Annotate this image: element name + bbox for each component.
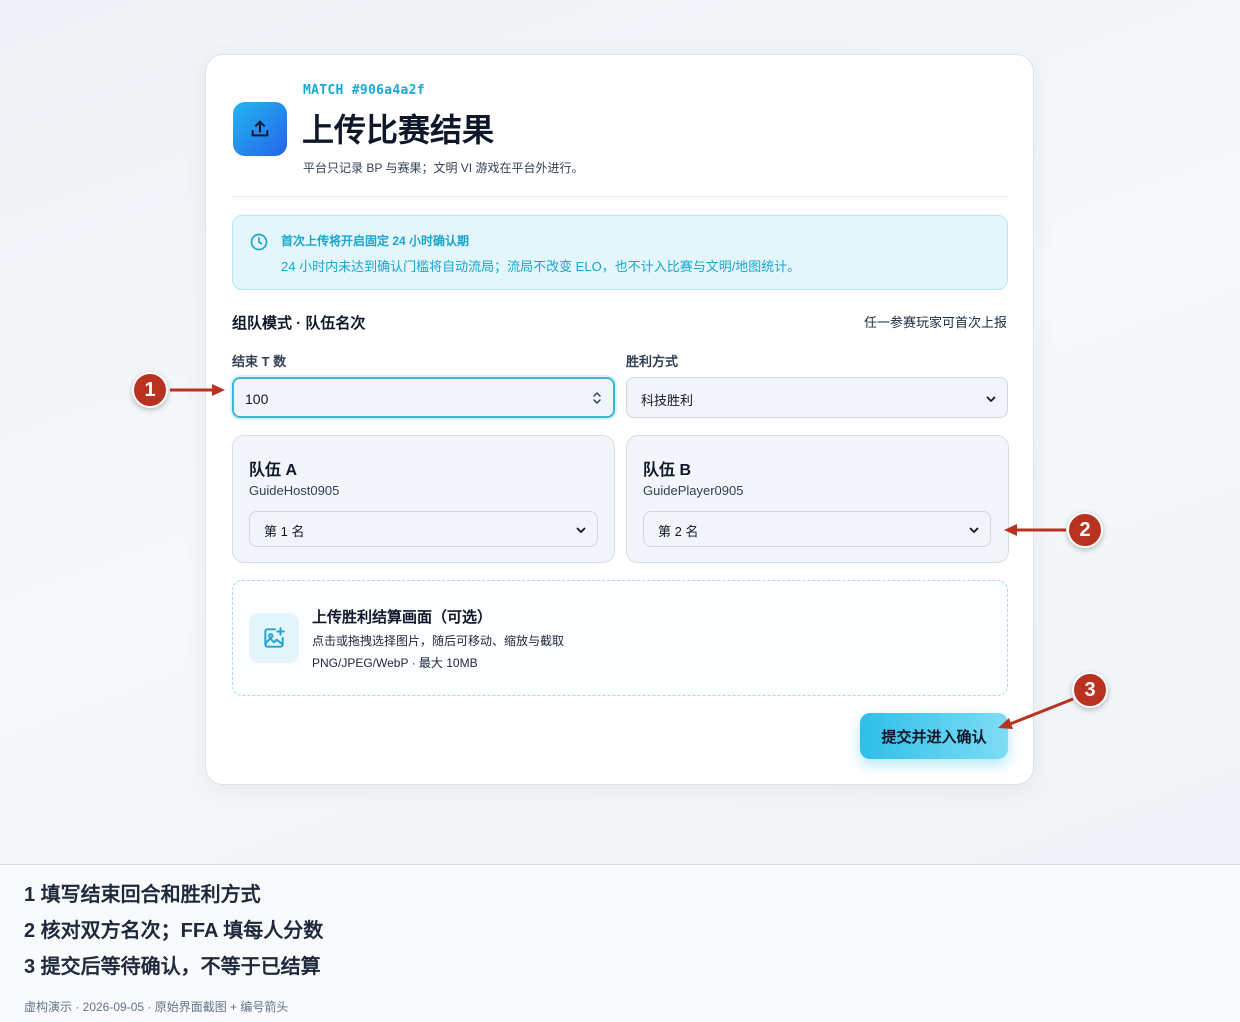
instructions-panel: 1 填写结束回合和胜利方式 2 核对双方名次；FFA 填每人分数 3 提交后等待…	[0, 864, 1240, 1022]
footer-caption: 虚构演示 · 2026-09-05 · 原始界面截图 + 编号箭头	[24, 1000, 289, 1014]
step-3-text: 3 提交后等待确认，不等于已结算	[24, 956, 321, 978]
step-badge-1: 1	[132, 372, 168, 408]
arrow-1	[170, 384, 225, 396]
arrow-2	[1004, 524, 1066, 536]
screenshot-area: MATCH #906a4a2f 上传比赛结果 平台只记录 BP 与赛果；文明 V…	[0, 0, 1240, 864]
step-2-text: 2 核对双方名次；FFA 填每人分数	[24, 920, 324, 942]
annotation-arrows	[170, 384, 1074, 729]
step-badge-2: 2	[1067, 512, 1103, 548]
arrow-3	[998, 697, 1074, 729]
step-badge-3: 3	[1072, 672, 1108, 708]
step-1-text: 1 填写结束回合和胜利方式	[24, 884, 261, 906]
